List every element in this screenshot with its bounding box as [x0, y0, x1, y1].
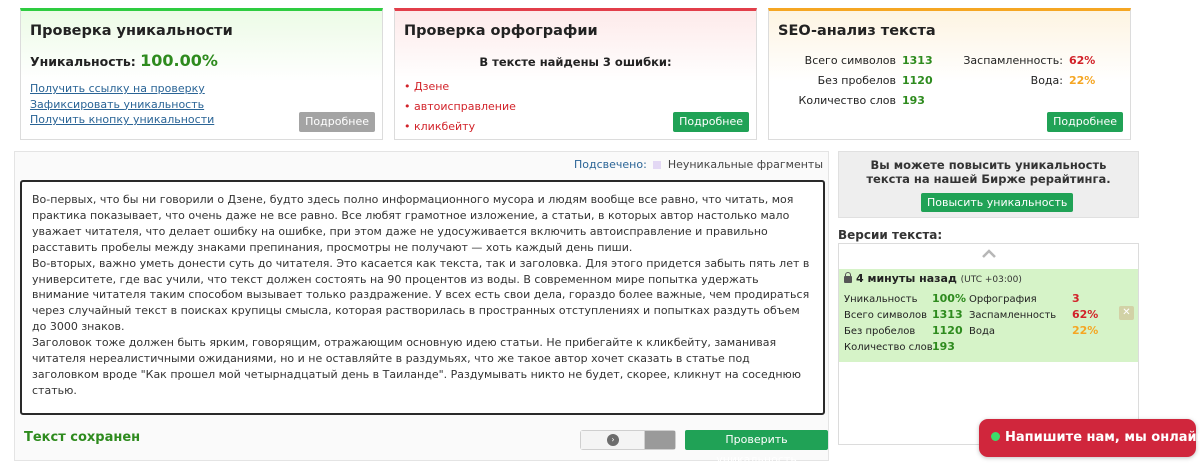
seo-stat-row: Количество слов 193 [769, 91, 933, 111]
check-uniqueness-button[interactable]: Проверить уникальность [685, 430, 828, 466]
version-stat-label: Вода [969, 326, 996, 337]
chevron-up-icon[interactable] [839, 247, 1138, 267]
version-stat-label: Количество слов [844, 342, 933, 353]
text-paragraph: Во-вторых, важно уметь донести суть до ч… [32, 256, 810, 334]
get-uniqueness-button-link[interactable]: Получить кнопку уникальности [30, 112, 214, 128]
version-stat-row: Заспамленность 62% [969, 307, 1098, 323]
uniqueness-title: Проверка уникальности [30, 23, 233, 39]
online-status-icon [991, 432, 1000, 441]
versions-box: 4 минуты назад (UTC +03:00) Уникальность… [838, 243, 1139, 445]
version-timezone: (UTC +03:00) [960, 275, 1022, 285]
highlight-toggle-link[interactable]: Подсвечено: [574, 158, 647, 171]
toggle-knob-icon[interactable]: › [607, 434, 619, 446]
version-stat-value: 22% [1072, 324, 1099, 337]
version-stat-value: 100% [932, 292, 966, 305]
version-stat-row: Без пробелов 1120 [844, 323, 966, 339]
text-paragraph: Заголовок тоже должен быть ярким, говоря… [32, 336, 802, 397]
version-right-stats: Орфография 3 Заспамленность 62% Вода 22% [969, 291, 1098, 339]
version-stat-value: 62% [1072, 308, 1099, 321]
seo-water-value: 22% [1069, 74, 1096, 87]
seo-card: SEO-анализ текста Всего символов 1313 Без… [768, 8, 1131, 140]
version-stat-value: 3 [1072, 292, 1080, 305]
spelling-errors-list: Дзене автоисправление кликбейту [404, 77, 516, 137]
seo-stat-row: Вода: 22% [954, 71, 1096, 91]
seo-title: SEO-анализ текста [778, 23, 936, 39]
lock-icon [844, 272, 852, 283]
version-stat-row: Количество слов193 [844, 339, 966, 355]
text-editor[interactable]: Во-первых, что бы ни говорили о Дзене, б… [20, 180, 825, 415]
version-stat-row: Всего символов 1313 [844, 307, 966, 323]
fix-uniqueness-link[interactable]: Зафиксировать уникальность [30, 97, 214, 113]
seo-stat-label: Без пробелов [817, 74, 896, 87]
spelling-error-item[interactable]: кликбейту [404, 117, 516, 137]
seo-stat-value: 1313 [902, 54, 933, 67]
uniqueness-card: Проверка уникальности Уникальность: 100.… [20, 8, 383, 140]
text-paragraph: Во-первых, что бы ни говорили о Дзене, б… [32, 193, 794, 254]
version-stat-label: Без пробелов [844, 326, 916, 337]
chat-widget-button[interactable]: Напишите нам, мы онлайн! [979, 419, 1200, 457]
version-time: 4 минуты назад [856, 272, 957, 285]
seo-stat-row: Без пробелов 1120 [769, 71, 933, 91]
editor-panel: Подсвечено: Неуникальные фрагменты Во-пе… [14, 151, 829, 466]
seo-stat-value: 193 [902, 94, 925, 107]
version-stat-value: 1120 [932, 324, 963, 337]
toggle-track-dark [645, 431, 675, 449]
spelling-title: Проверка орфографии [404, 23, 598, 39]
chat-label: Напишите нам, мы онлайн! [1005, 430, 1200, 445]
nonunique-swatch [653, 161, 662, 169]
seo-right-stats: Заспамленность: 62% Вода: 22% [954, 51, 1095, 91]
uniqueness-value: 100.00% [140, 51, 218, 70]
seo-stat-value: 1120 [902, 74, 933, 87]
spelling-error-item[interactable]: Дзене [404, 77, 516, 97]
uniqueness-line: Уникальность: 100.00% [30, 51, 218, 70]
spelling-card: Проверка орфографии В тексте найдены 3 о… [394, 8, 757, 140]
version-stat-value: 193 [932, 340, 955, 353]
version-stat-label: Всего символов [844, 310, 928, 321]
uniqueness-links: Получить ссылку на проверку Зафиксироват… [30, 81, 214, 128]
seo-left-stats: Всего символов 1313 Без пробелов 1120 Коли… [769, 51, 933, 111]
seo-stat-label: Количество слов [798, 94, 896, 107]
version-left-stats: Уникальность 100% Всего символов 1313 Без … [844, 291, 966, 355]
version-stat-row: Уникальность 100% [844, 291, 966, 307]
delete-version-icon[interactable]: ✕ [1119, 306, 1134, 320]
version-stat-label: Уникальность [844, 294, 918, 305]
spelling-more-button[interactable]: Подробнее [673, 112, 749, 132]
versions-label: Версии текста: [838, 228, 943, 242]
seo-stat-row: Всего символов 1313 [769, 51, 933, 71]
seo-stat-row: Заспамленность: 62% [954, 51, 1095, 71]
seo-more-button[interactable]: Подробнее [1047, 112, 1123, 132]
version-stat-value: 1313 [932, 308, 963, 321]
spelling-subtitle: В тексте найдены 3 ошибки: [479, 55, 672, 69]
version-stat-label: Орфография [969, 294, 1037, 305]
highlight-legend: Подсвечено: Неуникальные фрагменты [574, 158, 823, 171]
saved-status: Текст сохранен [24, 430, 141, 445]
version-header: 4 минуты назад (UTC +03:00) [844, 272, 1022, 285]
version-stat-row: Вода 22% [969, 323, 1098, 339]
version-item[interactable]: 4 минуты назад (UTC +03:00) Уникальность… [839, 269, 1138, 362]
increase-uniqueness-button[interactable]: Повысить уникальность [921, 193, 1074, 212]
version-stat-label: Заспамленность [969, 310, 1057, 321]
promo-box: Вы можете повысить уникальность текста н… [838, 151, 1139, 218]
spelling-error-item[interactable]: автоисправление [404, 97, 516, 117]
uniqueness-more-button[interactable]: Подробнее [299, 112, 375, 132]
mode-toggle[interactable]: › [580, 430, 676, 450]
highlight-legend-label: Неуникальные фрагменты [667, 158, 823, 171]
version-stat-row: Орфография 3 [969, 291, 1098, 307]
seo-stat-label: Вода: [1030, 74, 1063, 87]
get-check-link[interactable]: Получить ссылку на проверку [30, 81, 214, 97]
promo-text: Вы можете повысить уникальность текста н… [866, 158, 1111, 186]
seo-stat-label: Заспамленность: [963, 54, 1063, 67]
seo-spam-value: 62% [1069, 54, 1096, 67]
uniqueness-label: Уникальность: [30, 54, 136, 69]
seo-stat-label: Всего символов [804, 54, 896, 67]
